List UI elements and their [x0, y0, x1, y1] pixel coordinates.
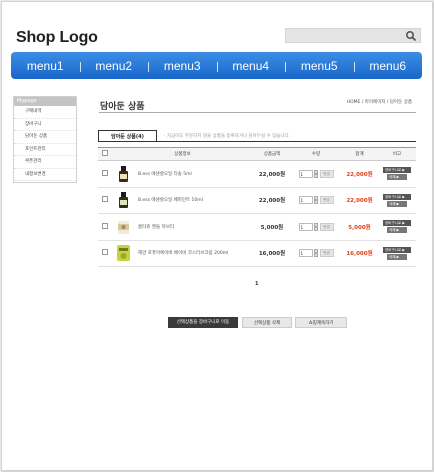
- move-to-cart-button[interactable]: 선택상품을 장바구니로 이동: [168, 317, 238, 328]
- nav-menu3[interactable]: menu3: [148, 59, 217, 73]
- nav-menu1[interactable]: menu1: [11, 59, 80, 73]
- product-cream-image[interactable]: [115, 244, 132, 262]
- sidebar-item-points[interactable]: 포인트관리: [14, 144, 76, 156]
- sidebar: Mypage 구매내역 장바구니 담아둔 상품 포인트관리 쿠폰관리 내정보변경: [13, 96, 77, 183]
- continue-shopping-button[interactable]: 쇼핑계속하기: [295, 317, 347, 328]
- tab-divider: [98, 141, 416, 142]
- row-checkbox[interactable]: [102, 196, 108, 203]
- row-checkbox[interactable]: [102, 169, 108, 176]
- delete-selected-button[interactable]: 선택상품 삭제: [242, 317, 292, 328]
- product-name[interactable]: 홈타쥬 캔들 허브티: [138, 224, 174, 230]
- quantity-stepper[interactable]: [313, 249, 318, 258]
- table-row: B.ess 에센셜오일 페퍼민트 10ml 22,000원 1 변경 22,00…: [98, 187, 416, 214]
- sidebar-item-cart[interactable]: 장바구니: [14, 119, 76, 131]
- table-row: 홈타쥬 캔들 허브티 5,000원 1 변경 5,000원 장바구니로 ▶ 삭제 …: [98, 213, 416, 241]
- product-price: 16,000원: [258, 251, 286, 258]
- search-input[interactable]: [285, 28, 421, 43]
- nav-menu5[interactable]: menu5: [285, 59, 354, 73]
- product-name[interactable]: B.ess 에센셜오일 페퍼민트 10ml: [138, 197, 203, 203]
- header-product-info: 상품정보: [112, 147, 253, 161]
- header-price: 상품금액: [253, 147, 291, 161]
- wishlist-table: 상품정보 상품금액 수량 합계 비고 B.ess 에센셜오일 티솔 5ml 22…: [98, 147, 416, 267]
- row-total: 22,000원: [346, 198, 373, 205]
- page-title: 담아둔 상품: [100, 102, 145, 112]
- row-total: 22,000원: [346, 171, 373, 178]
- delete-button[interactable]: 삭제 ▶: [387, 227, 407, 234]
- delete-button[interactable]: 삭제 ▶: [387, 174, 407, 181]
- row-checkbox[interactable]: [102, 222, 108, 229]
- table-row: 해양 포퓨어에이버 베이비 코스터브크림 200ml 16,000원 1 변경 …: [98, 240, 416, 267]
- quantity-input[interactable]: 1: [298, 249, 313, 258]
- add-to-cart-button[interactable]: 장바구니로 ▶: [383, 167, 411, 174]
- add-to-cart-button[interactable]: 장바구니로 ▶: [383, 193, 411, 200]
- table-row: B.ess 에센셜오일 티솔 5ml 22,000원 1 변경 22,000원 …: [98, 160, 416, 188]
- breadcrumb: HOME / 마이페이지 / 담아둔 상품: [346, 100, 412, 105]
- product-price: 5,000원: [260, 224, 284, 231]
- nav-menu6[interactable]: menu6: [353, 59, 423, 73]
- select-all-checkbox[interactable]: [102, 150, 108, 156]
- sidebar-item-wishlist[interactable]: 담아둔 상품: [14, 131, 76, 144]
- tab-note: · 지금이도 주문하지 않을 상품을 등록하거나 담아두실 수 있습니다.: [164, 134, 291, 139]
- product-bottle-image[interactable]: [115, 191, 132, 209]
- table-header-row: 상품정보 상품금액 수량 합계 비고: [98, 147, 416, 161]
- product-name[interactable]: 해양 포퓨어에이버 베이비 코스터브크림 200ml: [138, 250, 228, 256]
- title-divider: [99, 112, 416, 113]
- search-icon[interactable]: [405, 30, 417, 42]
- product-price: 22,000원: [258, 198, 286, 205]
- product-price: 22,000원: [258, 171, 286, 178]
- quantity-input[interactable]: 1: [298, 196, 313, 205]
- sidebar-item-orders[interactable]: 구매내역: [14, 106, 76, 119]
- row-checkbox[interactable]: [102, 249, 108, 256]
- quantity-stepper[interactable]: [313, 222, 318, 231]
- quantity-stepper[interactable]: [313, 196, 318, 205]
- change-qty-button[interactable]: 변경: [319, 196, 334, 205]
- add-to-cart-button[interactable]: 장바구니로 ▶: [383, 220, 411, 227]
- sidebar-title: Mypage: [14, 97, 76, 106]
- product-candle-image[interactable]: [115, 218, 132, 236]
- nav-menu2[interactable]: menu2: [79, 59, 149, 73]
- add-to-cart-button[interactable]: 장바구니로 ▶: [383, 246, 411, 253]
- page: Shop Logo menu1 menu2 menu3 menu4 menu5 …: [1, 1, 433, 471]
- quantity-stepper[interactable]: [313, 169, 318, 178]
- sidebar-item-profile[interactable]: 내정보변경: [14, 169, 76, 181]
- delete-button[interactable]: 삭제 ▶: [387, 200, 407, 207]
- quantity-input[interactable]: 1: [298, 222, 313, 231]
- shop-logo[interactable]: Shop Logo: [16, 29, 98, 47]
- header-qty: 수량: [291, 147, 341, 161]
- quantity-input[interactable]: 1: [298, 169, 313, 178]
- header-note: 비고: [378, 147, 416, 161]
- nav-menu4[interactable]: menu4: [216, 59, 286, 73]
- product-bottle-image[interactable]: [115, 165, 132, 183]
- pagination-current[interactable]: 1: [255, 281, 258, 287]
- product-name[interactable]: B.ess 에센셜오일 티솔 5ml: [138, 171, 192, 177]
- sidebar-item-coupons[interactable]: 쿠폰관리: [14, 156, 76, 169]
- delete-button[interactable]: 삭제 ▶: [387, 253, 407, 260]
- row-total: 16,000원: [346, 251, 373, 258]
- row-total: 5,000원: [348, 224, 371, 231]
- change-qty-button[interactable]: 변경: [319, 222, 334, 231]
- change-qty-button[interactable]: 변경: [319, 249, 334, 258]
- main-nav: menu1 menu2 menu3 menu4 menu5 menu6: [11, 52, 422, 79]
- header-total: 합계: [341, 147, 378, 161]
- change-qty-button[interactable]: 변경: [319, 169, 334, 178]
